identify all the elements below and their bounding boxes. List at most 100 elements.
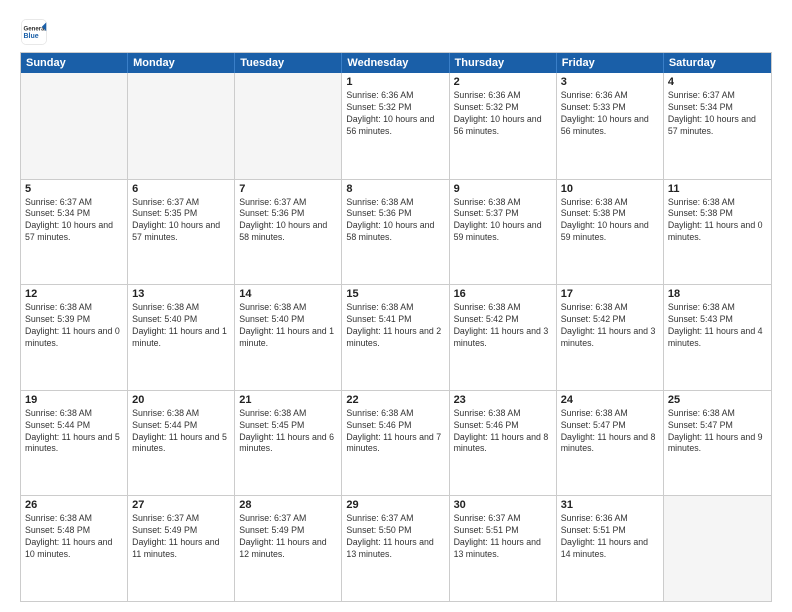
day-26: 26 Sunrise: 6:38 AMSunset: 5:48 PMDayligh… <box>21 496 128 601</box>
cell-info-23: Sunrise: 6:38 AMSunset: 5:46 PMDaylight:… <box>454 408 552 456</box>
calendar-body: 1 Sunrise: 6:36 AMSunset: 5:32 PMDaylight… <box>21 73 771 601</box>
day-2: 2 Sunrise: 6:36 AMSunset: 5:32 PMDaylight… <box>450 73 557 179</box>
day-number-20: 20 <box>132 394 230 406</box>
logo: General Blue <box>20 18 48 46</box>
day-number-27: 27 <box>132 499 230 511</box>
day-28: 28 Sunrise: 6:37 AMSunset: 5:49 PMDayligh… <box>235 496 342 601</box>
day-number-10: 10 <box>561 183 659 195</box>
cell-info-24: Sunrise: 6:38 AMSunset: 5:47 PMDaylight:… <box>561 408 659 456</box>
day-1: 1 Sunrise: 6:36 AMSunset: 5:32 PMDaylight… <box>342 73 449 179</box>
day-3: 3Sunrise: 6:36 AMSunset: 5:33 PMDaylight… <box>557 73 664 179</box>
day-21: 21 Sunrise: 6:38 AMSunset: 5:45 PMDayligh… <box>235 391 342 496</box>
header: General Blue <box>20 18 772 46</box>
day-number-30: 30 <box>454 499 552 511</box>
svg-text:Blue: Blue <box>24 33 39 40</box>
day-number-23: 23 <box>454 394 552 406</box>
calendar-row-1: 5 Sunrise: 6:37 AMSunset: 5:34 PMDaylight… <box>21 179 771 285</box>
day-20: 20 Sunrise: 6:38 AMSunset: 5:44 PMDayligh… <box>128 391 235 496</box>
cell-info-15: Sunrise: 6:38 AMSunset: 5:41 PMDaylight:… <box>346 302 444 350</box>
day-number-28: 28 <box>239 499 337 511</box>
day-number-8: 8 <box>346 183 444 195</box>
weekday-thursday: Thursday <box>450 53 557 73</box>
day-number-5: 5 <box>25 183 123 195</box>
day-9: 9 Sunrise: 6:38 AMSunset: 5:37 PMDaylight… <box>450 180 557 285</box>
calendar-header: SundayMondayTuesdayWednesdayThursdayFrid… <box>21 53 771 73</box>
day-27: 27 Sunrise: 6:37 AMSunset: 5:49 PMDayligh… <box>128 496 235 601</box>
day-18: 18 Sunrise: 6:38 AMSunset: 5:43 PMDayligh… <box>664 285 771 390</box>
day-number-9: 9 <box>454 183 552 195</box>
cell-info-2: Sunrise: 6:36 AMSunset: 5:32 PMDaylight:… <box>454 90 552 138</box>
calendar-row-2: 12 Sunrise: 6:38 AMSunset: 5:39 PMDayligh… <box>21 284 771 390</box>
day-number-1: 1 <box>346 76 444 88</box>
day-number-24: 24 <box>561 394 659 406</box>
day-number-18: 18 <box>668 288 767 300</box>
day-5: 5 Sunrise: 6:37 AMSunset: 5:34 PMDaylight… <box>21 180 128 285</box>
cell-info-19: Sunrise: 6:38 AMSunset: 5:44 PMDaylight:… <box>25 408 123 456</box>
day-number-14: 14 <box>239 288 337 300</box>
cell-info-26: Sunrise: 6:38 AMSunset: 5:48 PMDaylight:… <box>25 513 123 561</box>
cell-info-22: Sunrise: 6:38 AMSunset: 5:46 PMDaylight:… <box>346 408 444 456</box>
calendar: SundayMondayTuesdayWednesdayThursdayFrid… <box>20 52 772 602</box>
day-13: 13 Sunrise: 6:38 AMSunset: 5:40 PMDayligh… <box>128 285 235 390</box>
empty-cell <box>235 73 342 179</box>
cell-info-17: Sunrise: 6:38 AMSunset: 5:42 PMDaylight:… <box>561 302 659 350</box>
day-number-26: 26 <box>25 499 123 511</box>
weekday-monday: Monday <box>128 53 235 73</box>
calendar-row-3: 19 Sunrise: 6:38 AMSunset: 5:44 PMDayligh… <box>21 390 771 496</box>
cell-info-6: Sunrise: 6:37 AMSunset: 5:35 PMDaylight:… <box>132 197 230 245</box>
cell-info-13: Sunrise: 6:38 AMSunset: 5:40 PMDaylight:… <box>132 302 230 350</box>
cell-info-16: Sunrise: 6:38 AMSunset: 5:42 PMDaylight:… <box>454 302 552 350</box>
day-number-22: 22 <box>346 394 444 406</box>
day-17: 17 Sunrise: 6:38 AMSunset: 5:42 PMDayligh… <box>557 285 664 390</box>
day-15: 15 Sunrise: 6:38 AMSunset: 5:41 PMDayligh… <box>342 285 449 390</box>
day-25: 25Sunrise: 6:38 AMSunset: 5:47 PMDayligh… <box>664 391 771 496</box>
day-24: 24 Sunrise: 6:38 AMSunset: 5:47 PMDayligh… <box>557 391 664 496</box>
day-10: 10 Sunrise: 6:38 AMSunset: 5:38 PMDayligh… <box>557 180 664 285</box>
day-12: 12 Sunrise: 6:38 AMSunset: 5:39 PMDayligh… <box>21 285 128 390</box>
cell-info-5: Sunrise: 6:37 AMSunset: 5:34 PMDaylight:… <box>25 197 123 245</box>
day-8: 8 Sunrise: 6:38 AMSunset: 5:36 PMDaylight… <box>342 180 449 285</box>
cell-info-11: Sunrise: 6:38 AMSunset: 5:38 PMDaylight:… <box>668 197 767 245</box>
cell-info-18: Sunrise: 6:38 AMSunset: 5:43 PMDaylight:… <box>668 302 767 350</box>
day-23: 23 Sunrise: 6:38 AMSunset: 5:46 PMDayligh… <box>450 391 557 496</box>
day-number-17: 17 <box>561 288 659 300</box>
day-29: 29Sunrise: 6:37 AMSunset: 5:50 PMDayligh… <box>342 496 449 601</box>
cell-info-12: Sunrise: 6:38 AMSunset: 5:39 PMDaylight:… <box>25 302 123 350</box>
page: General Blue SundayMondayTuesdayWednesda… <box>0 0 792 612</box>
day-number-31: 31 <box>561 499 659 511</box>
weekday-friday: Friday <box>557 53 664 73</box>
day-number-12: 12 <box>25 288 123 300</box>
day-number-19: 19 <box>25 394 123 406</box>
calendar-row-4: 26 Sunrise: 6:38 AMSunset: 5:48 PMDayligh… <box>21 495 771 601</box>
day-number-13: 13 <box>132 288 230 300</box>
cell-info-31: Sunrise: 6:36 AMSunset: 5:51 PMDaylight:… <box>561 513 659 561</box>
day-number-25: 25 <box>668 394 767 406</box>
day-number-21: 21 <box>239 394 337 406</box>
cell-info-20: Sunrise: 6:38 AMSunset: 5:44 PMDaylight:… <box>132 408 230 456</box>
cell-info-1: Sunrise: 6:36 AMSunset: 5:32 PMDaylight:… <box>346 90 444 138</box>
empty-cell <box>664 496 771 601</box>
cell-info-10: Sunrise: 6:38 AMSunset: 5:38 PMDaylight:… <box>561 197 659 245</box>
cell-info-9: Sunrise: 6:38 AMSunset: 5:37 PMDaylight:… <box>454 197 552 245</box>
day-number-4: 4 <box>668 76 767 88</box>
weekday-tuesday: Tuesday <box>235 53 342 73</box>
logo-icon: General Blue <box>20 18 48 46</box>
empty-cell <box>21 73 128 179</box>
day-31: 31 Sunrise: 6:36 AMSunset: 5:51 PMDayligh… <box>557 496 664 601</box>
cell-info-3: Sunrise: 6:36 AMSunset: 5:33 PMDaylight:… <box>561 90 659 138</box>
cell-info-27: Sunrise: 6:37 AMSunset: 5:49 PMDaylight:… <box>132 513 230 561</box>
day-6: 6Sunrise: 6:37 AMSunset: 5:35 PMDaylight… <box>128 180 235 285</box>
day-number-29: 29 <box>346 499 444 511</box>
day-number-7: 7 <box>239 183 337 195</box>
cell-info-14: Sunrise: 6:38 AMSunset: 5:40 PMDaylight:… <box>239 302 337 350</box>
day-30: 30Sunrise: 6:37 AMSunset: 5:51 PMDayligh… <box>450 496 557 601</box>
day-number-2: 2 <box>454 76 552 88</box>
cell-info-8: Sunrise: 6:38 AMSunset: 5:36 PMDaylight:… <box>346 197 444 245</box>
cell-info-28: Sunrise: 6:37 AMSunset: 5:49 PMDaylight:… <box>239 513 337 561</box>
day-4: 4Sunrise: 6:37 AMSunset: 5:34 PMDaylight… <box>664 73 771 179</box>
empty-cell <box>128 73 235 179</box>
day-16: 16Sunrise: 6:38 AMSunset: 5:42 PMDayligh… <box>450 285 557 390</box>
cell-info-21: Sunrise: 6:38 AMSunset: 5:45 PMDaylight:… <box>239 408 337 456</box>
day-number-15: 15 <box>346 288 444 300</box>
day-7: 7Sunrise: 6:37 AMSunset: 5:36 PMDaylight… <box>235 180 342 285</box>
